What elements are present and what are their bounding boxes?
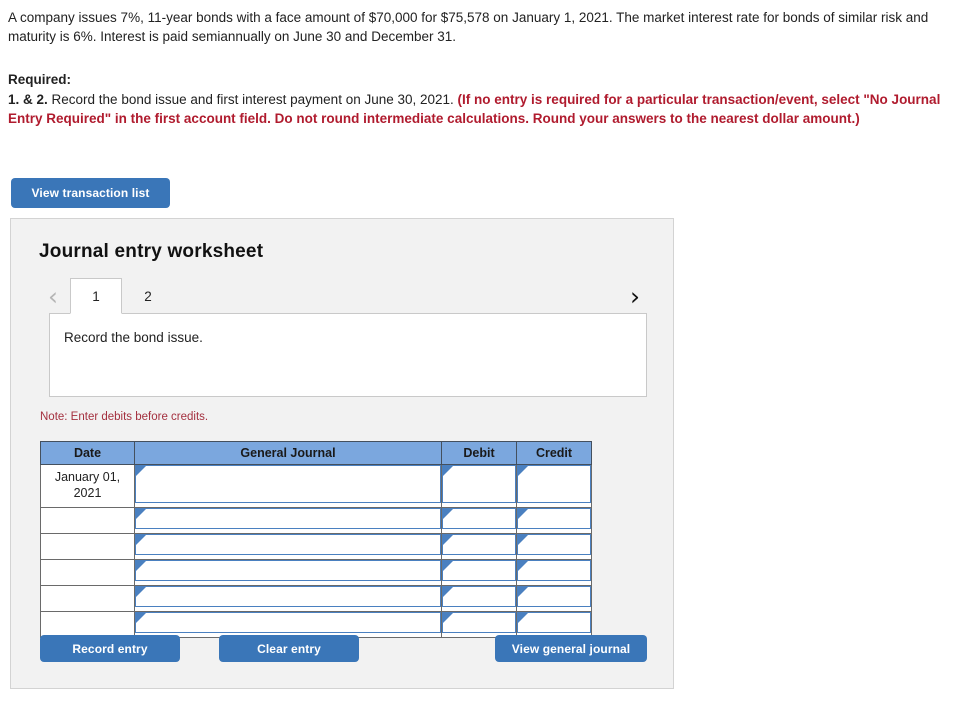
cell-debit[interactable] bbox=[441, 611, 517, 638]
table-header-row: Date General Journal Debit Credit bbox=[40, 441, 592, 465]
chevron-right-icon[interactable]: › bbox=[623, 278, 647, 314]
cell-debit[interactable] bbox=[441, 507, 517, 534]
cell-general-journal[interactable] bbox=[134, 585, 442, 612]
cell-credit[interactable] bbox=[516, 559, 592, 586]
cell-credit[interactable] bbox=[516, 611, 592, 638]
chevron-left-icon[interactable]: ‹ bbox=[41, 278, 65, 314]
record-entry-button[interactable]: Record entry bbox=[40, 635, 180, 662]
entry-description-box: Record the bond issue. bbox=[49, 313, 647, 397]
table-row bbox=[40, 611, 592, 638]
required-block: Required: 1. & 2. Record the bond issue … bbox=[8, 70, 952, 128]
table-row: January 01, 2021 bbox=[40, 464, 592, 508]
credit-input[interactable] bbox=[517, 560, 591, 581]
debit-input[interactable] bbox=[442, 560, 516, 581]
column-header-credit: Credit bbox=[516, 441, 592, 465]
general-journal-input[interactable] bbox=[135, 586, 441, 607]
cell-date: January 01, 2021 bbox=[40, 464, 135, 508]
debits-before-credits-note: Note: Enter debits before credits. bbox=[40, 411, 209, 423]
cell-date[interactable] bbox=[40, 507, 135, 534]
cell-credit[interactable] bbox=[516, 533, 592, 560]
tab-2[interactable]: 2 bbox=[122, 278, 174, 314]
cell-general-journal[interactable] bbox=[134, 464, 442, 508]
debit-input[interactable] bbox=[442, 465, 516, 503]
journal-entry-table: Date General Journal Debit Credit Januar… bbox=[40, 441, 592, 638]
clear-entry-button[interactable]: Clear entry bbox=[219, 635, 359, 662]
required-item-text: Record the bond issue and first interest… bbox=[47, 92, 458, 108]
cell-general-journal[interactable] bbox=[134, 507, 442, 534]
general-journal-input[interactable] bbox=[135, 465, 441, 503]
column-header-date: Date bbox=[40, 441, 135, 465]
tab-1[interactable]: 1 bbox=[70, 278, 122, 314]
general-journal-input[interactable] bbox=[135, 534, 441, 555]
cell-credit[interactable] bbox=[516, 507, 592, 534]
cell-general-journal[interactable] bbox=[134, 533, 442, 560]
cell-general-journal[interactable] bbox=[134, 559, 442, 586]
credit-input[interactable] bbox=[517, 534, 591, 555]
worksheet-tabs: ‹ 1 2 › bbox=[39, 278, 647, 314]
worksheet-title: Journal entry worksheet bbox=[39, 241, 264, 262]
required-label: Required: bbox=[8, 72, 72, 87]
cell-general-journal[interactable] bbox=[134, 611, 442, 638]
cell-credit[interactable] bbox=[516, 464, 592, 508]
credit-input[interactable] bbox=[517, 465, 591, 503]
cell-debit[interactable] bbox=[441, 464, 517, 508]
credit-input[interactable] bbox=[517, 508, 591, 529]
debit-input[interactable] bbox=[442, 534, 516, 555]
general-journal-input[interactable] bbox=[135, 612, 441, 633]
column-header-debit: Debit bbox=[441, 441, 517, 465]
cell-credit[interactable] bbox=[516, 585, 592, 612]
cell-debit[interactable] bbox=[441, 585, 517, 612]
table-row bbox=[40, 585, 592, 612]
credit-input[interactable] bbox=[517, 586, 591, 607]
problem-statement: A company issues 7%, 11-year bonds with … bbox=[8, 10, 929, 45]
view-transaction-list-button[interactable]: View transaction list bbox=[11, 178, 170, 208]
column-header-general-journal: General Journal bbox=[134, 441, 442, 465]
debit-input[interactable] bbox=[442, 508, 516, 529]
table-row bbox=[40, 559, 592, 586]
cell-date[interactable] bbox=[40, 559, 135, 586]
cell-date[interactable] bbox=[40, 585, 135, 612]
general-journal-input[interactable] bbox=[135, 508, 441, 529]
table-row bbox=[40, 533, 592, 560]
debit-input[interactable] bbox=[442, 612, 516, 633]
credit-input[interactable] bbox=[517, 612, 591, 633]
cell-debit[interactable] bbox=[441, 533, 517, 560]
view-general-journal-button[interactable]: View general journal bbox=[495, 635, 647, 662]
entry-description-text: Record the bond issue. bbox=[64, 330, 203, 345]
cell-debit[interactable] bbox=[441, 559, 517, 586]
required-item-number: 1. & 2. bbox=[8, 92, 48, 108]
debit-input[interactable] bbox=[442, 586, 516, 607]
cell-date[interactable] bbox=[40, 533, 135, 560]
general-journal-input[interactable] bbox=[135, 560, 441, 581]
journal-entry-worksheet-panel: Journal entry worksheet ‹ 1 2 › Record t… bbox=[10, 218, 674, 689]
table-row bbox=[40, 507, 592, 534]
cell-date[interactable] bbox=[40, 611, 135, 638]
